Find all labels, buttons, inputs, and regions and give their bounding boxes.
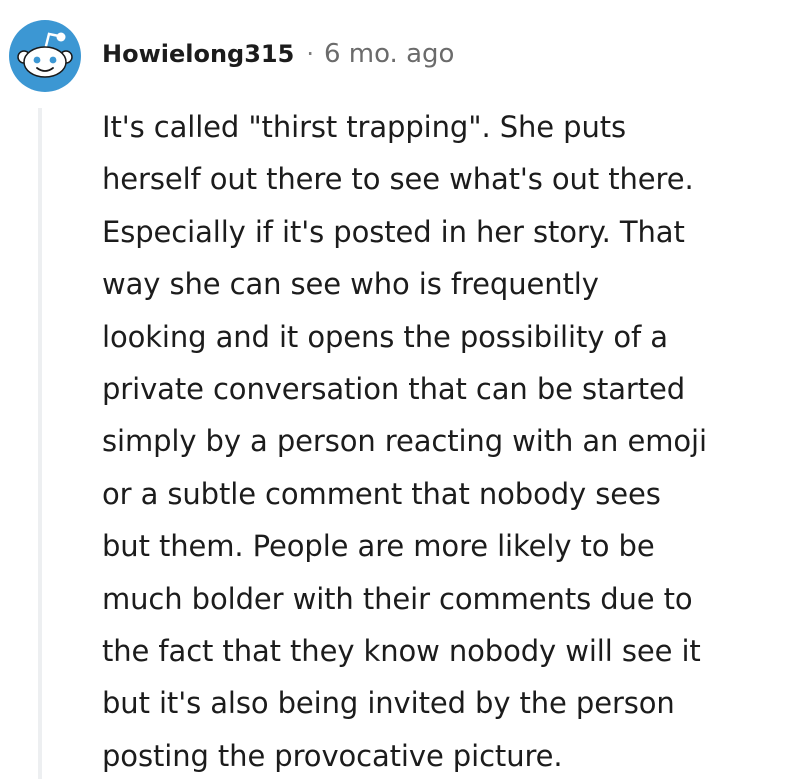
comment-timestamp[interactable]: 6 mo. ago xyxy=(324,39,454,69)
comment-header: Howielong315 · 6 mo. ago xyxy=(102,34,454,74)
comment-body: It's called "thirst trapping". She puts … xyxy=(102,110,707,773)
author-link[interactable]: Howielong315 xyxy=(102,40,294,68)
avatar[interactable] xyxy=(9,20,81,92)
meta-separator: · xyxy=(306,40,314,68)
thread-collapse-line[interactable] xyxy=(38,108,42,779)
reddit-snoo-avatar-icon xyxy=(9,20,81,92)
comment: Howielong315 · 6 mo. ago It's called "th… xyxy=(0,0,795,779)
